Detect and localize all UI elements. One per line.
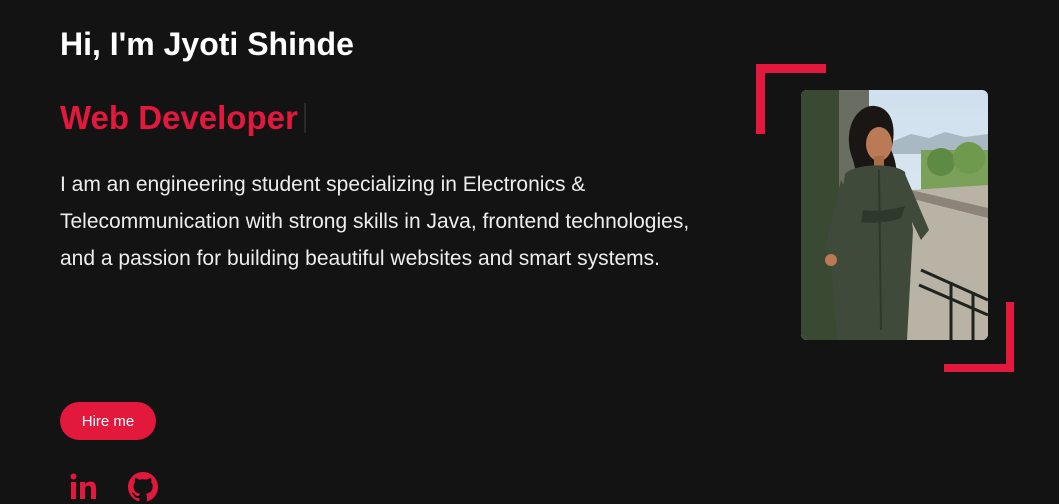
hire-me-button[interactable]: Hire me [60, 402, 156, 440]
hero-section: Hi, I'm Jyoti Shinde Web Developer I am … [0, 0, 1059, 502]
github-link[interactable] [126, 470, 160, 504]
profile-photo-frame [756, 64, 1016, 376]
bio-text: I am an engineering student specializing… [60, 173, 690, 270]
linkedin-icon [70, 473, 96, 499]
profile-photo-illustration [801, 90, 988, 340]
role-text: Web Developer [60, 99, 298, 136]
linkedin-link[interactable] [68, 470, 102, 504]
typing-caret [303, 103, 306, 133]
greeting-heading: Hi, I'm Jyoti Shinde [60, 26, 354, 62]
profile-photo [801, 90, 988, 340]
github-icon [128, 472, 158, 502]
role-heading: Web Developer [60, 98, 306, 138]
social-links [68, 470, 160, 504]
